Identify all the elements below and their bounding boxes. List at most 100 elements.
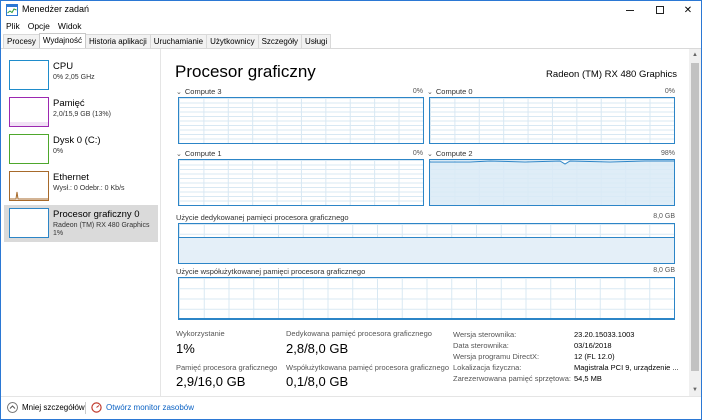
- sidebar-item-value: Wysł.: 0 Odebr.: 0 Kb/s: [53, 185, 125, 192]
- driver-version-value: 23.20.15033.1003: [574, 330, 635, 339]
- resource-monitor-icon: [91, 402, 102, 413]
- dedicated-memory-fill: [179, 237, 674, 263]
- sidebar-item-value: 0% 2,05 GHz: [53, 74, 95, 81]
- tab-processes[interactable]: Procesy: [3, 34, 40, 48]
- scroll-down-icon[interactable]: ▼: [689, 384, 701, 396]
- compute-2-usage-plot: [430, 160, 674, 205]
- menu-view[interactable]: Widok: [57, 19, 86, 33]
- shared-memory-fill: [179, 318, 674, 319]
- graph-grid: [179, 160, 423, 205]
- task-manager-window: Menedżer zadań ✕ Plik Opcje Widok Proces…: [0, 0, 702, 420]
- directx-version-value: 12 (FL 12.0): [574, 352, 615, 361]
- shared-memory-stat-value: 0,1/8,0 GB: [286, 374, 349, 389]
- sidebar-item-cpu[interactable]: CPU 0% 2,05 GHz: [4, 57, 158, 94]
- shared-memory-stat-label: Współużytkowana pamięć procesora graficz…: [286, 363, 449, 372]
- sidebar-item-value: 0%: [53, 148, 64, 155]
- engine-selector-compute-0[interactable]: ⌄ Compute 0: [427, 87, 473, 96]
- engine-name: Compute 0: [435, 87, 473, 96]
- gpu-details-panel: Procesor graficzny Radeon (TM) RX 480 Gr…: [163, 49, 685, 396]
- close-icon: ✕: [683, 4, 693, 16]
- engine-name: Compute 3: [184, 87, 222, 96]
- tab-strip: Procesy Wydajność Historia aplikacji Uru…: [3, 33, 332, 49]
- dedicated-memory-max: 8,0 GB: [653, 213, 675, 220]
- directx-version-key: Wersja programu DirectX:: [453, 352, 540, 361]
- engine-percent: 0%: [664, 88, 675, 95]
- sidebar-item-label: Pamięć: [53, 98, 85, 109]
- shared-memory-max: 8,0 GB: [653, 267, 675, 274]
- page-title: Procesor graficzny: [175, 62, 316, 81]
- fewer-details-label: Mniej szczegółów: [22, 403, 85, 412]
- window-title: Menedżer zadań: [22, 4, 90, 14]
- close-button[interactable]: ✕: [674, 1, 702, 19]
- chevron-down-icon: ⌄: [176, 89, 182, 96]
- chevron-down-icon: ⌄: [176, 151, 182, 158]
- tab-app-history[interactable]: Historia aplikacji: [84, 34, 151, 48]
- dedicated-memory-stat-value: 2,8/8,0 GB: [286, 341, 349, 356]
- resource-sidebar: CPU 0% 2,05 GHz Pamięć 2,0/15,9 GB (13%)…: [1, 49, 161, 396]
- sidebar-item-gpu[interactable]: Procesor graficzny 0 Radeon (TM) RX 480 …: [4, 205, 158, 242]
- ethernet-thumbnail: [9, 171, 49, 201]
- engine-name: Compute 1: [184, 149, 222, 158]
- graph-compute-2: [429, 159, 675, 206]
- driver-date-value: 03/16/2018: [574, 341, 612, 350]
- shared-memory-label: Użycie współużytkowanej pamięci procesor…: [176, 267, 366, 276]
- maximize-icon: [656, 6, 664, 14]
- sidebar-item-label: Ethernet: [53, 172, 89, 183]
- sidebar-item-value: Radeon (TM) RX 480 Graphics: [53, 222, 150, 229]
- physical-location-key: Lokalizacja fizyczna:: [453, 363, 522, 372]
- sidebar-item-disk[interactable]: Dysk 0 (C:) 0%: [4, 131, 158, 168]
- graph-compute-3: [178, 97, 424, 144]
- graph-grid: [430, 98, 674, 143]
- sidebar-item-value: 2,0/15,9 GB (13%): [53, 111, 111, 118]
- gpu-thumbnail: [9, 208, 49, 238]
- menu-file[interactable]: Plik: [5, 19, 24, 33]
- utilization-label: Wykorzystanie: [176, 329, 225, 338]
- tab-users[interactable]: Użytkownicy: [206, 34, 259, 48]
- graph-dedicated-memory: [178, 223, 675, 264]
- graph-grid: [179, 98, 423, 143]
- engine-selector-compute-1[interactable]: ⌄ Compute 1: [176, 149, 222, 158]
- reserved-memory-key: Zarezerwowana pamięć sprzętowa:: [453, 374, 571, 383]
- scroll-thumb[interactable]: [691, 63, 699, 371]
- sidebar-item-memory[interactable]: Pamięć 2,0/15,9 GB (13%): [4, 94, 158, 131]
- graph-grid: [179, 278, 674, 319]
- sidebar-item-label: CPU: [53, 61, 74, 72]
- graph-shared-memory: [178, 277, 675, 320]
- tab-startup[interactable]: Uruchamianie: [149, 34, 208, 48]
- footer-bar: Mniej szczegółów Otwórz monitor zasobów: [1, 396, 701, 419]
- device-name: Radeon (TM) RX 480 Graphics: [546, 69, 677, 80]
- engine-selector-compute-2[interactable]: ⌄ Compute 2: [427, 149, 473, 158]
- cpu-thumbnail: [9, 60, 49, 90]
- minimize-button[interactable]: [616, 1, 644, 19]
- sidebar-item-label: Dysk 0 (C:): [53, 135, 101, 146]
- gpu-memory-value: 2,9/16,0 GB: [176, 374, 246, 389]
- dedicated-memory-label: Użycie dedykowanej pamięci procesora gra…: [176, 213, 349, 222]
- minimize-icon: [626, 9, 634, 11]
- engine-name: Compute 2: [435, 149, 473, 158]
- vertical-scrollbar[interactable]: ▲ ▼: [689, 49, 701, 396]
- physical-location-value: Magistrala PCI 9, urządzenie ...: [574, 363, 679, 372]
- task-manager-icon: [6, 4, 18, 16]
- menu-bar: Plik Opcje Widok: [1, 19, 89, 33]
- chevron-down-icon: ⌄: [427, 151, 433, 158]
- engine-selector-compute-3[interactable]: ⌄ Compute 3: [176, 87, 222, 96]
- tab-performance[interactable]: Wydajność: [38, 33, 86, 48]
- tab-details[interactable]: Szczegóły: [257, 34, 303, 48]
- sidebar-item-label: Procesor graficzny 0: [53, 209, 140, 220]
- sidebar-item-percent: 1%: [53, 230, 64, 237]
- chevron-up-icon: [7, 402, 18, 413]
- driver-version-key: Wersja sterownika:: [453, 330, 517, 339]
- driver-date-key: Data sterownika:: [453, 341, 509, 350]
- menu-options[interactable]: Opcje: [27, 19, 54, 33]
- maximize-button[interactable]: [646, 1, 674, 19]
- footer-divider: [85, 402, 86, 414]
- ethernet-spark: [10, 191, 48, 200]
- engine-percent: 0%: [412, 150, 423, 157]
- memory-thumbnail: [9, 97, 49, 127]
- tab-services[interactable]: Usługi: [301, 34, 332, 48]
- scroll-up-icon[interactable]: ▲: [689, 49, 701, 61]
- engine-percent: 0%: [412, 88, 423, 95]
- title-bar: Menedżer zadań ✕: [1, 1, 701, 19]
- chevron-down-icon: ⌄: [427, 89, 433, 96]
- sidebar-item-ethernet[interactable]: Ethernet Wysł.: 0 Odebr.: 0 Kb/s: [4, 168, 158, 205]
